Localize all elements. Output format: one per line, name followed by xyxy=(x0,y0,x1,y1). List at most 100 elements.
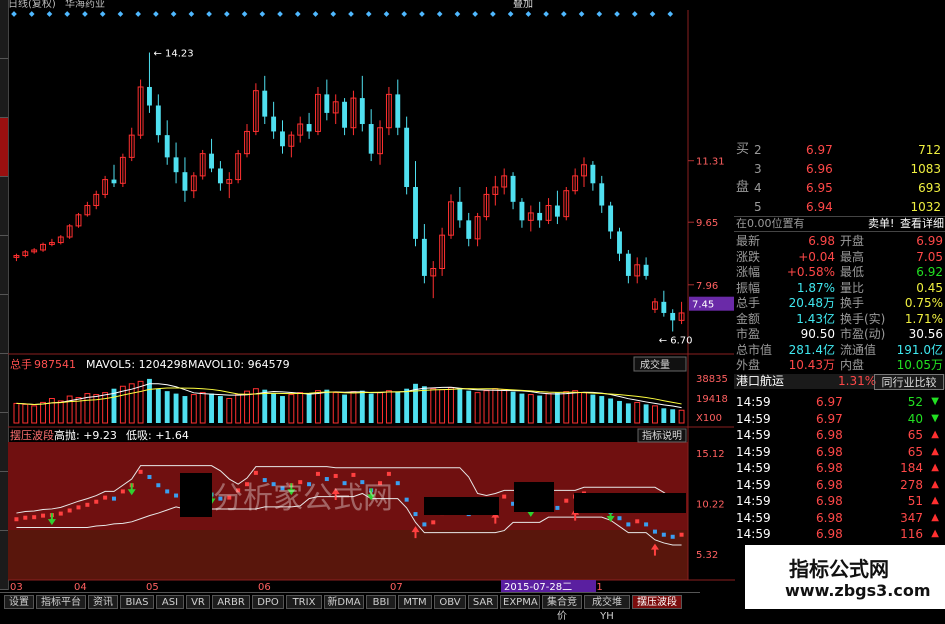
left-tab[interactable] xyxy=(0,531,8,590)
volume-bar xyxy=(678,409,685,424)
indicator-panel-lower xyxy=(8,530,688,580)
overlay-box xyxy=(574,493,686,513)
x-axis-label: 04 xyxy=(74,582,87,592)
left-tab[interactable] xyxy=(0,354,8,413)
indicator-point xyxy=(156,483,161,488)
overlay-box xyxy=(514,482,554,512)
volume-bar xyxy=(209,393,214,423)
period-label[interactable]: 日线(复权) xyxy=(8,0,56,10)
compare-button[interactable]: 同行业比较 xyxy=(874,374,944,390)
candle-body xyxy=(217,168,223,184)
tab-10[interactable]: BBI xyxy=(366,595,396,609)
indicator-point xyxy=(138,469,143,474)
candle-body xyxy=(625,253,631,276)
signal-dot xyxy=(312,11,319,17)
tick-volume: 52 xyxy=(907,395,923,409)
tick-time: 14:59 xyxy=(736,477,771,492)
stock-chart[interactable]: ← 14.23 ← 6.70 11.31 9.65 7.96 7.45 总手 98754… xyxy=(8,10,735,592)
stat-value: 0.75% xyxy=(904,296,943,310)
tick-volume: 347 xyxy=(900,510,923,525)
signal-dot xyxy=(259,11,266,17)
volume-tick-label: 38835 xyxy=(696,374,728,385)
sector-name: 港口航运 xyxy=(736,374,785,388)
volume-bar xyxy=(581,392,587,424)
tab-6[interactable]: ARBR xyxy=(212,595,250,609)
stat-value: 20.48万 xyxy=(788,296,835,310)
volume-bar xyxy=(670,409,676,423)
tab-1[interactable]: 指标平台 xyxy=(36,595,86,609)
candle-body xyxy=(173,157,179,173)
volume-bar xyxy=(226,398,233,424)
volume-bar xyxy=(527,394,534,424)
stat-row: 振幅 1.87% 量比 0.45 xyxy=(734,281,945,296)
candle-body xyxy=(413,187,418,239)
left-tab[interactable] xyxy=(0,413,8,472)
tick-volume: 40 xyxy=(907,411,923,426)
tab-7[interactable]: DPO xyxy=(252,595,284,609)
stat-value: 10.43万 xyxy=(788,358,835,372)
position-label: 在0.00位置有 xyxy=(736,217,805,230)
volume-bar xyxy=(430,388,437,424)
tick-row: 14:59 6.98 347 ▲ xyxy=(734,510,945,526)
tab-13[interactable]: SAR xyxy=(468,595,498,609)
volume-bar xyxy=(48,398,55,424)
stat-label: 市盈(动) xyxy=(840,327,886,341)
stat-value: 7.05 xyxy=(916,249,943,264)
indicator-point xyxy=(174,493,179,498)
signal-dot xyxy=(561,11,567,17)
signal-dot xyxy=(330,11,337,17)
indicator-point xyxy=(14,517,19,522)
position-row[interactable]: 在0.00位置有 卖单! 查看详细 xyxy=(734,216,945,232)
volume-bar xyxy=(652,405,658,424)
tick-row: 14:59 6.98 184 ▲ xyxy=(734,460,945,476)
left-tab[interactable] xyxy=(0,472,8,531)
volume-bar xyxy=(661,408,667,423)
tab-2[interactable]: 资讯 xyxy=(88,595,118,609)
signal-dot xyxy=(46,11,53,17)
tab-9[interactable]: 新DMA xyxy=(324,595,364,609)
tick-price: 6.98 xyxy=(816,510,843,525)
sector-row[interactable]: 港口航运 1.31% 同行业比较 xyxy=(734,374,945,390)
left-tab-active[interactable] xyxy=(0,118,8,177)
tab-0[interactable]: 设置 xyxy=(4,595,34,609)
left-tab[interactable] xyxy=(0,177,8,236)
tab-14[interactable]: EXPMA xyxy=(500,595,540,609)
volume-bar xyxy=(350,391,357,424)
tab-12[interactable]: OBV xyxy=(434,595,466,609)
stat-row: 外盘 10.43万 内盘 10.05万 xyxy=(734,358,945,373)
indicator-low-label: 低吸: +1.64 xyxy=(126,429,189,442)
left-tab[interactable] xyxy=(0,236,8,295)
tab-8[interactable]: TRIX xyxy=(286,595,322,609)
signal-dot xyxy=(436,11,443,17)
stat-label: 量比 xyxy=(840,280,865,295)
tab-5[interactable]: VR xyxy=(186,595,210,609)
tab-3[interactable]: BIAS xyxy=(120,595,154,609)
volume-bar xyxy=(643,404,649,423)
indicator-point xyxy=(111,496,116,501)
candle-body xyxy=(342,101,348,128)
indicator-point xyxy=(32,515,37,520)
signal-dot xyxy=(667,11,674,17)
indicator-point xyxy=(395,481,400,486)
tab-17[interactable]: 摆压波段 xyxy=(632,595,682,609)
indicator-point xyxy=(253,470,258,475)
tab-15[interactable]: 集合竞价 xyxy=(542,595,582,622)
volume-bar xyxy=(57,400,64,424)
overlay-button[interactable]: 叠加 xyxy=(513,0,533,10)
stat-label: 最高 xyxy=(840,249,865,264)
candle-body xyxy=(590,164,596,184)
tab-4[interactable]: ASI xyxy=(156,595,184,609)
signal-dot xyxy=(543,11,549,17)
chart-header: 日线(复权) 华海药业 叠加 xyxy=(8,0,538,10)
volume-bar xyxy=(342,394,348,423)
volume-bar xyxy=(510,391,516,423)
tab-11[interactable]: MTM xyxy=(398,595,432,609)
left-tab[interactable] xyxy=(0,295,8,354)
indicator-point xyxy=(404,497,409,502)
view-detail-link: 查看详细 xyxy=(900,217,944,230)
left-tab[interactable] xyxy=(0,0,8,59)
left-tab[interactable] xyxy=(0,59,8,118)
candle-body xyxy=(155,105,161,136)
down-arrow-icon: ▼ xyxy=(931,396,939,407)
tab-16[interactable]: 成交堆YH xyxy=(584,595,630,622)
